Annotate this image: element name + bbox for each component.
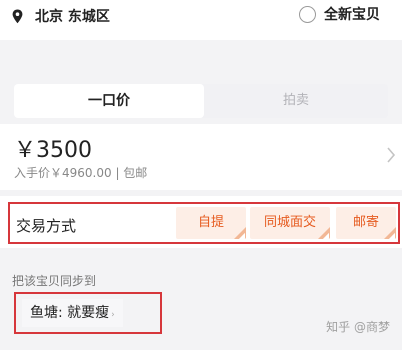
location-selector[interactable]: 北京 东城区 [12,6,110,26]
trade-option-label: 同城面交 [263,215,316,230]
radio-unchecked-icon[interactable] [299,5,316,23]
header-bar: 北京 东城区 全新宝贝 [0,0,402,40]
tab-auction[interactable]: 拍卖 [204,84,388,118]
location-text: 北京 东城区 [35,9,110,25]
trade-method-highlight: 交易方式 自提 ◢ 同城面交 ◢ 邮寄 ◢ [8,202,400,244]
trade-option-pickup[interactable]: 自提 ◢ [176,207,246,239]
trade-method-label: 交易方式 [16,217,77,235]
trade-option-label: 自提 [197,215,224,230]
new-item-label: 全新宝贝 [324,7,380,23]
fishpond-chip[interactable]: 鱼塘: 就要瘦 › [22,299,123,327]
tab-fixed-price[interactable]: 一口价 [14,84,204,118]
fishpond-chip-label: 鱼塘: 就要瘦 [30,305,110,321]
option-corner-mark-icon: ◢ [388,231,395,239]
price-amount: ￥3500 [14,138,92,163]
price-row[interactable]: ￥3500 入手价￥4960.00 | 包邮 [0,124,402,190]
trade-option-shipping[interactable]: 邮寄 ◢ [336,207,396,239]
watermark: 知乎 @商梦 [326,320,390,334]
option-corner-mark-icon: ◢ [322,231,329,239]
option-corner-mark-icon: ◢ [238,231,245,239]
chevron-right-icon [387,147,396,163]
chip-arrow-icon: › [111,310,115,320]
trade-option-local-meetup[interactable]: 同城面交 ◢ [250,207,330,239]
new-item-toggle[interactable]: 全新宝贝 [299,4,380,24]
sync-label: 把该宝贝同步到 [12,274,97,288]
trade-method-row: 交易方式 自提 ◢ 同城面交 ◢ 邮寄 ◢ [0,196,402,248]
price-type-tabs: 一口价 拍卖 [14,84,388,118]
sync-highlight: 鱼塘: 就要瘦 › [14,292,162,334]
map-pin-icon [12,9,23,23]
bought-price-text: 入手价￥4960.00 | 包邮 [14,166,148,180]
trade-option-label: 邮寄 [352,215,379,230]
